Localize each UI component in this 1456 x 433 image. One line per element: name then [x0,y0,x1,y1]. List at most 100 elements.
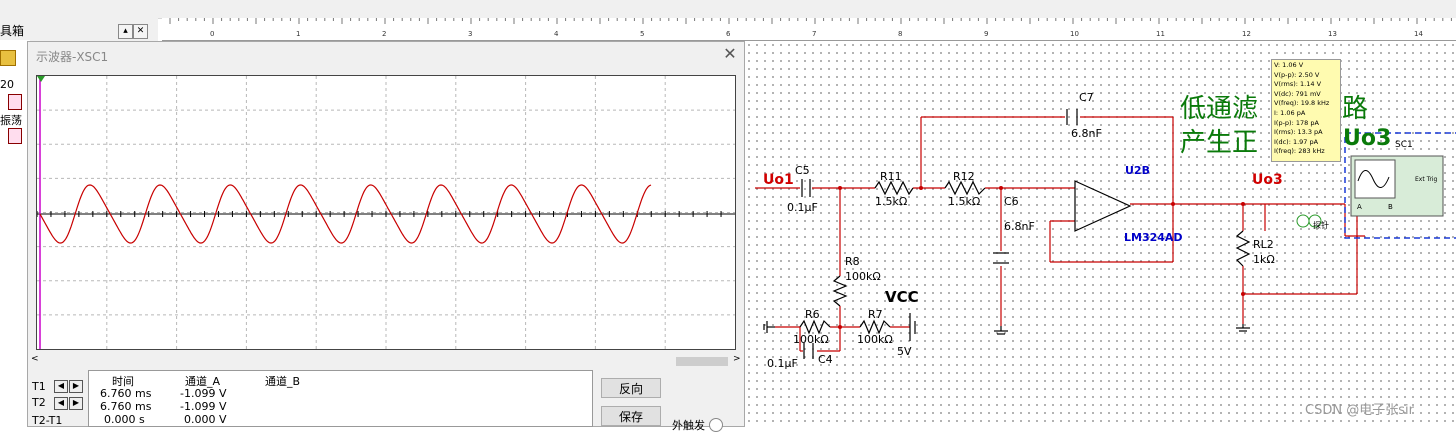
ext-trigger-label: 外触发 [672,419,705,432]
circuit-title-line2: 产生正 [1180,128,1259,158]
cursor-t1-handle [37,76,45,82]
ruler-tick-label: 4 [554,30,559,38]
oscilloscope-close-button[interactable]: ✕ [722,44,738,63]
toolbox-title: 具箱 [0,24,25,38]
oscilloscope-hscrollbar[interactable] [30,354,742,366]
t2-left-arrow-button[interactable]: ◀ [54,397,68,410]
top-bar [0,0,1456,19]
c4-value: 0.1µF [767,357,798,370]
ruler-ticks: 0 1 2 3 4 5 6 7 8 9 10 11 12 13 14 [169,18,1452,38]
watermark: CSDN @电子张sir [1305,403,1414,418]
schematic-file-icon-2[interactable] [8,128,22,144]
scroll-left-arrow-icon[interactable]: < [31,354,39,364]
t2-channel-a: -1.099 V [180,400,227,413]
diff-time: 0.000 s [104,413,145,426]
ruler-tick-label: 12 [1242,30,1251,38]
ruler-tick-label: 13 [1328,30,1337,38]
open-folder-icon[interactable] [0,50,16,66]
scope-ext-trig: Ext Trig [1415,176,1438,183]
c7-value: 6.8nF [1071,127,1102,140]
ruler-tick-label: 6 [726,30,731,38]
r8-value: 100kΩ [845,270,881,283]
probe-line: V(rms): 1.14 V [1274,80,1322,89]
ruler-tick-label: 1 [296,30,300,38]
c6-label: C6 [1004,195,1019,208]
t1-right-arrow-button[interactable]: ▶ [69,380,83,393]
scroll-right-arrow-icon[interactable]: > [733,354,741,364]
r12-label: R12 [953,170,975,183]
cursor-t2-label: T2 [32,396,46,409]
scroll-thumb[interactable] [676,357,728,366]
t1-channel-a: -1.099 V [180,387,227,400]
vcc-label: VCC [885,288,919,306]
ruler-tick-label: 8 [898,30,902,38]
probe-line: I(p-p): 178 pA [1274,118,1319,127]
probe-line: V: 1.06 V [1274,61,1304,69]
t2-right-arrow-button[interactable]: ▶ [69,397,83,410]
schematic-file-icon[interactable] [8,94,22,110]
save-button[interactable]: 保存 [601,406,661,426]
c4-label: C4 [818,353,833,366]
t1-time: 6.760 ms [100,387,152,400]
r8-label: R8 [845,255,860,268]
probe-line: I(rms): 13.3 pA [1274,128,1323,137]
c6-value: 6.8nF [1004,220,1035,233]
ruler-tick-label: 10 [1070,30,1079,38]
vcc-value: 5V [897,345,912,358]
ruler-tick-label: 2 [382,30,386,38]
cursor-readout-table [88,370,593,427]
probe-line: V(p-p): 2.50 V [1274,70,1320,79]
diff-channel-a: 0.000 V [184,413,227,426]
ruler-tick-label: 14 [1414,30,1423,38]
probe-line: V(dc): 791 mV [1274,89,1321,98]
probe-line: I: 1.06 pA [1274,108,1306,117]
rl2-label: RL2 [1253,238,1274,251]
r12-value: 1.5kΩ [948,195,981,208]
node-uo1-label: Uo1 [763,172,794,188]
ruler-tick-label: 0 [210,30,214,38]
t1-left-arrow-button[interactable]: ◀ [54,380,68,393]
scope-b-terminal[interactable]: B [1388,203,1393,211]
c5-value: 0.1µF [787,201,818,214]
oscilloscope-screen[interactable] [36,75,736,350]
rl2-value: 1kΩ [1253,253,1275,266]
toolbox-close-button[interactable]: ✕ [133,24,148,39]
probe-readout-tooltip: V: 1.06 V V(p-p): 2.50 V V(rms): 1.14 V … [1271,59,1341,162]
header-channel-b: 通道_B [265,375,301,388]
c7-label: C7 [1079,91,1094,104]
oscilloscope-title: 示波器-XSC1 [36,50,109,64]
cursor-t1-label: T1 [32,380,46,393]
r11-label: R11 [880,170,902,183]
ruler-tick-label: 3 [468,30,472,38]
ruler-tick-label: 11 [1156,30,1165,38]
probe-line: V(freq): 19.8 kHz [1274,99,1330,108]
scope-grid-and-trace [36,76,735,349]
cursor-diff-label: T2-T1 [32,414,63,427]
c5-label: C5 [795,164,810,177]
u2b-label: U2B [1125,164,1150,177]
t2-time: 6.760 ms [100,400,152,413]
circuit-title-line1-end: 路 [1342,94,1369,124]
r11-value: 1.5kΩ [875,195,908,208]
scope-instrument-label: SC1 [1395,140,1413,150]
tree-item-2[interactable]: 振荡 [0,112,22,128]
scope-a-terminal[interactable]: A [1357,203,1362,211]
ruler-tick-label: 9 [984,30,988,38]
probe-line: I(dc): 1.97 pA [1274,137,1319,146]
lm324-label: LM324AD [1124,231,1183,244]
r7-label: R7 [868,308,883,321]
reverse-button[interactable]: 反向 [601,378,661,398]
probe-line: I(freq): 283 kHz [1274,147,1325,156]
probe-label[interactable]: 探针 [1313,220,1329,231]
tree-item-1[interactable]: 20 [0,78,14,91]
circuit-title-line1: 低通滤 [1180,94,1259,124]
r7-value: 100kΩ [857,333,893,346]
r6-value: 100kΩ [793,333,829,346]
uo3-big-label: Uo3 [1343,126,1392,151]
r6-label: R6 [805,308,820,321]
ruler-tick-label: 5 [640,30,644,38]
toolbox-restore-button[interactable]: ▴ [118,24,133,39]
ruler-tick-label: 7 [812,30,816,38]
ext-trigger-radio[interactable] [709,418,723,432]
top-ruler: 0 1 2 3 4 5 6 7 8 9 10 11 12 13 14 [162,18,1456,41]
